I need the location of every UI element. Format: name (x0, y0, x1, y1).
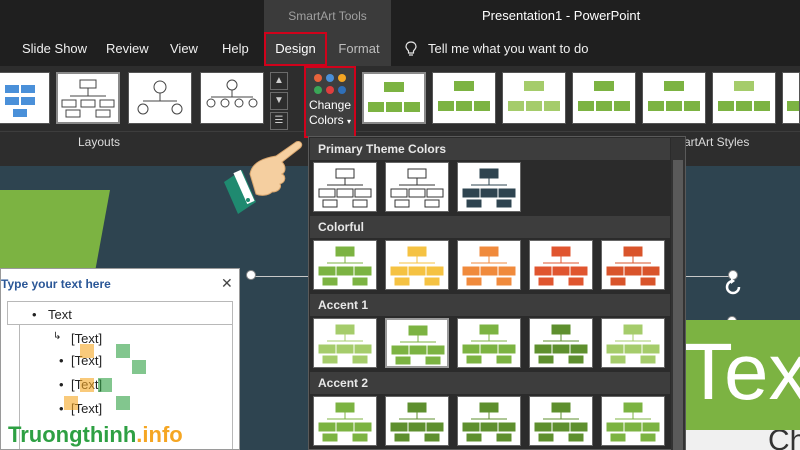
color-option-4-2[interactable] (385, 396, 449, 446)
tab-format[interactable]: Format (327, 32, 391, 66)
color-option-2-2[interactable] (385, 240, 449, 290)
layout-thumbnail-2[interactable] (56, 72, 120, 124)
color-option-2-3[interactable] (457, 240, 521, 290)
color-option-4-5[interactable] (601, 396, 665, 446)
ribbon-tab-bar: Slide Show Review View Help Design Forma… (0, 32, 800, 66)
title-bar: SmartArt Tools Presentation1 - PowerPoin… (0, 0, 800, 32)
text-pane-title: Type your text here (1, 277, 111, 291)
color-option-1-2[interactable] (385, 162, 449, 212)
dropdown-scrollbar[interactable] (671, 138, 685, 450)
tell-me-label: Tell me what you want to do (428, 41, 589, 56)
smartart-style-thumbnail-5[interactable] (642, 72, 706, 124)
dropdown-arrow-icon: ▾ (347, 117, 352, 126)
close-icon[interactable]: ✕ (221, 275, 233, 292)
bullet-icon: • (32, 307, 37, 322)
smartart-tools-context-label: SmartArt Tools (264, 0, 391, 32)
color-option-4-1[interactable] (313, 396, 377, 446)
smartart-style-thumbnail-4[interactable] (572, 72, 636, 124)
text-pane-first-item-text: Text (48, 307, 72, 322)
section-header-primary-theme-colors: Primary Theme Colors (310, 138, 670, 160)
section-header-accent-1: Accent 1 (310, 294, 670, 316)
lightbulb-icon (404, 41, 418, 57)
bullet-icon: • (59, 353, 64, 368)
color-option-3-2[interactable] (385, 318, 449, 368)
slide-decoration-shape (0, 190, 110, 280)
smartart-style-thumbnail-2[interactable] (432, 72, 496, 124)
color-option-2-1[interactable] (313, 240, 377, 290)
slide-title-text: Text (684, 327, 800, 416)
bullet-icon: • (59, 401, 64, 416)
layout-thumbnail-1[interactable] (0, 72, 50, 124)
tab-design[interactable]: Design (264, 32, 327, 66)
color-option-1-3[interactable] (457, 162, 521, 212)
section-header-accent-2: Accent 2 (310, 372, 670, 394)
slide-title-textbox[interactable]: Text (684, 320, 800, 430)
change-colors-button[interactable]: Change Colors ▾ (304, 66, 356, 138)
palette-icon (310, 72, 350, 98)
change-colors-dropdown: Primary Theme Colors Colorful Accent 1 A… (308, 136, 686, 450)
color-option-3-4[interactable] (529, 318, 593, 368)
smartart-style-thumbnail-7[interactable] (782, 72, 800, 124)
sub-bullet-arrow-icon: ↳ (53, 331, 62, 342)
pointing-hand-icon (216, 130, 306, 220)
tab-help[interactable]: Help (222, 32, 249, 66)
color-option-2-5[interactable] (601, 240, 665, 290)
layout-thumbnail-3[interactable] (128, 72, 192, 124)
change-colors-label-line2: Colors ▾ (308, 113, 352, 127)
color-option-3-1[interactable] (313, 318, 377, 368)
resize-handle-top-left[interactable] (246, 270, 256, 280)
color-option-4-4[interactable] (529, 396, 593, 446)
color-option-3-3[interactable] (457, 318, 521, 368)
color-option-3-5[interactable] (601, 318, 665, 368)
window-title: Presentation1 - PowerPoint (482, 8, 641, 23)
color-option-4-3[interactable] (457, 396, 521, 446)
tab-review[interactable]: Review (106, 32, 149, 66)
text-pane-first-item[interactable]: • Text (7, 301, 233, 325)
section-header-colorful: Colorful (310, 216, 670, 238)
dropdown-scrollbar-thumb[interactable] (673, 160, 683, 450)
tab-view[interactable]: View (170, 32, 198, 66)
gallery-more-button[interactable]: ☰ (270, 112, 288, 130)
slide-subtitle-text: Ch (768, 430, 800, 450)
smartart-style-thumbnail-6[interactable] (712, 72, 776, 124)
slide-subtitle-textbox[interactable]: Ch (684, 430, 800, 450)
smartart-style-thumbnail-1[interactable] (362, 72, 426, 124)
change-colors-label-line1: Change (308, 98, 352, 112)
gallery-scroll-up-button[interactable]: ▲ (270, 72, 288, 90)
color-option-2-4[interactable] (529, 240, 593, 290)
rotate-handle-icon[interactable] (722, 276, 744, 298)
layouts-group-label: Layouts (78, 135, 121, 149)
ribbon-group-separator (0, 131, 800, 132)
gallery-scroll-down-button[interactable]: ▼ (270, 92, 288, 110)
tab-slide-show[interactable]: Slide Show (22, 32, 87, 66)
watermark-text: Truongthinh.info (8, 422, 183, 447)
bullet-icon: • (59, 377, 64, 392)
layout-thumbnail-4[interactable] (200, 72, 264, 124)
tell-me-search[interactable]: Tell me what you want to do (404, 32, 588, 66)
smartart-style-thumbnail-3[interactable] (502, 72, 566, 124)
color-option-1-1[interactable] (313, 162, 377, 212)
